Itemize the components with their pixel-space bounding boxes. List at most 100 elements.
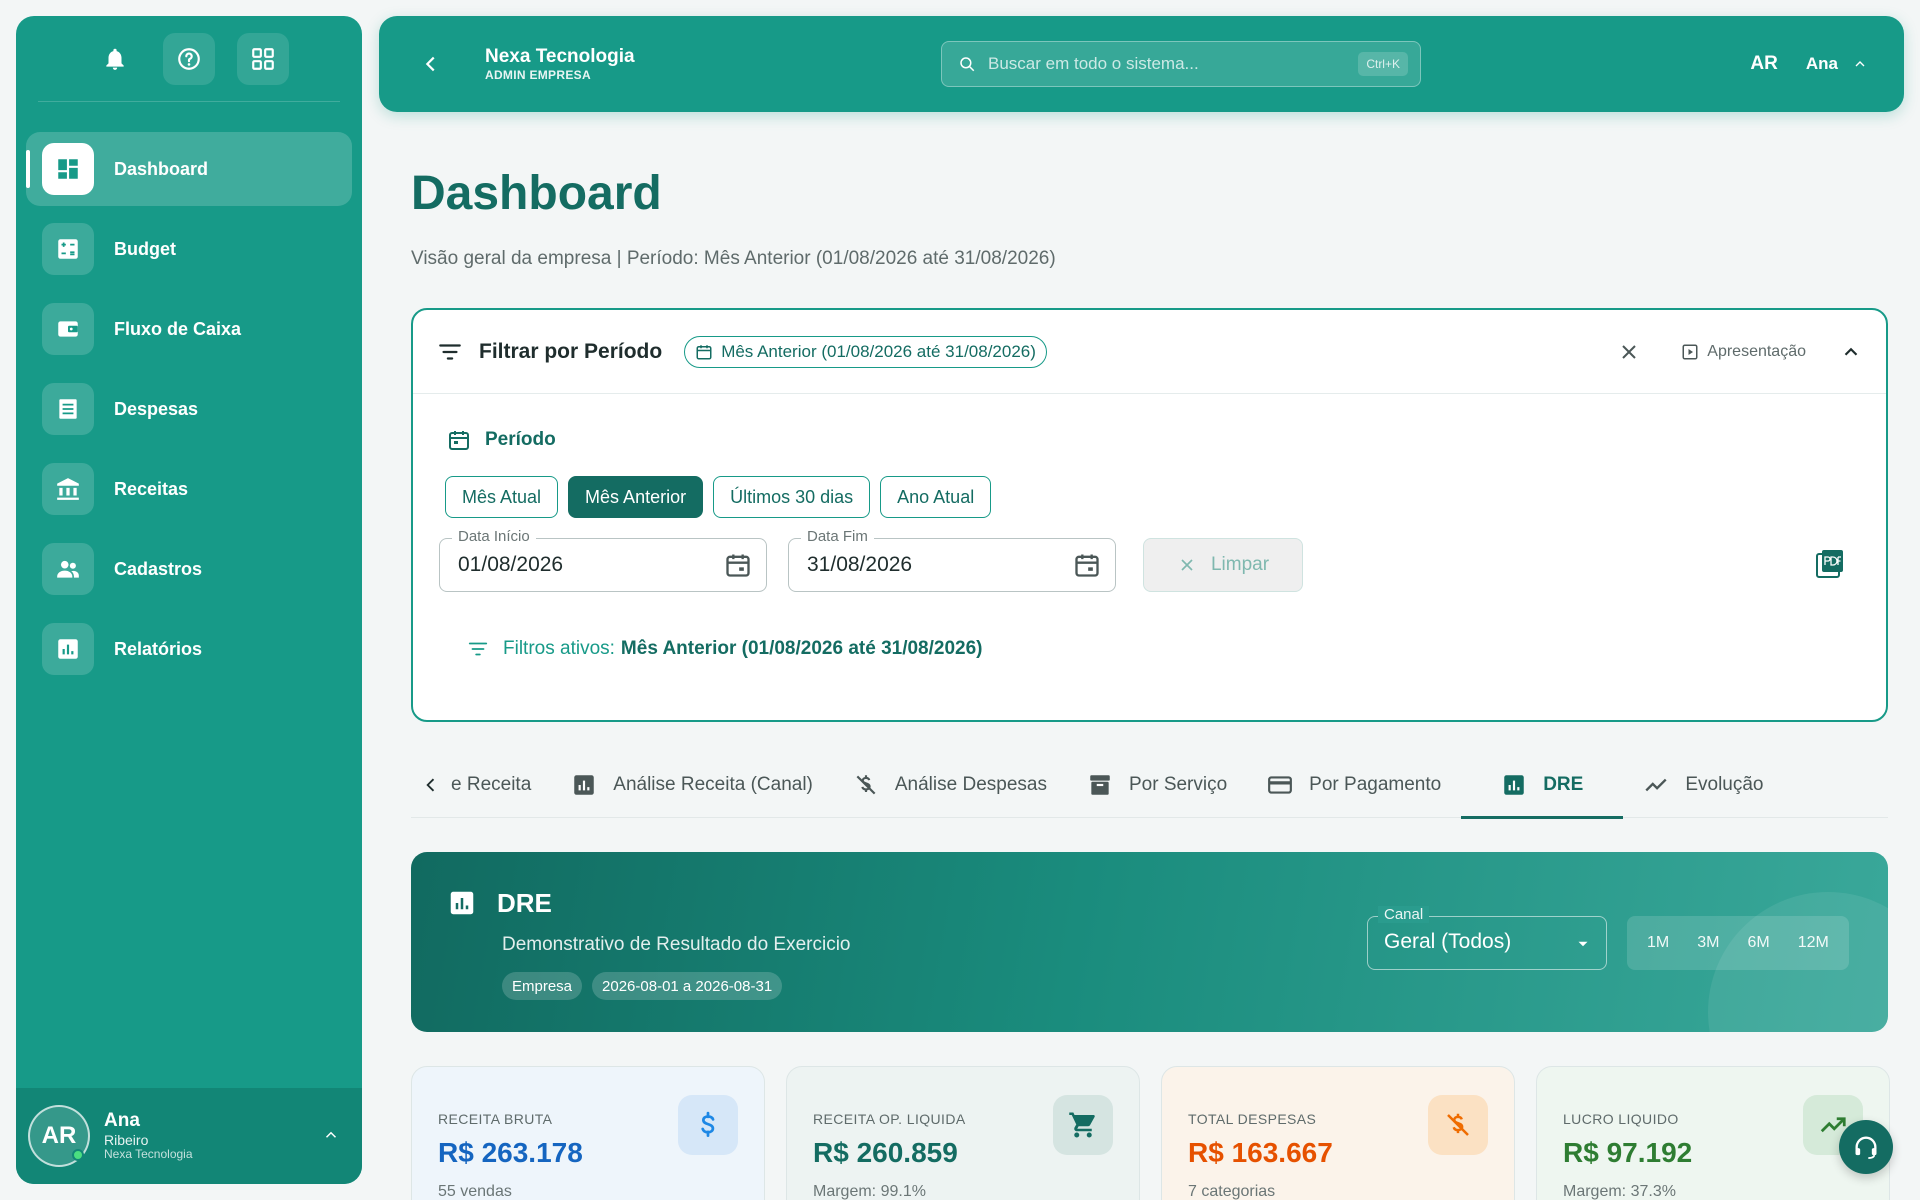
bar-chart-icon	[574, 774, 595, 795]
receipt-icon	[42, 383, 94, 435]
sidebar-item-label: Budget	[114, 238, 176, 259]
tab-dre[interactable]: DRE	[1461, 752, 1624, 819]
range-button-6m[interactable]: 6M	[1733, 934, 1783, 952]
archive-icon	[1090, 774, 1110, 795]
kpi-label: RECEITA BRUTA	[438, 1111, 553, 1127]
chevron-up-icon	[1855, 61, 1865, 67]
kpi-card-lucro-liquido: LUCRO LIQUIDO R$ 97.192 Margem: 37.3%	[1536, 1066, 1890, 1200]
company-brand: Nexa Tecnologia ADMIN EMPRESA	[485, 46, 635, 82]
global-search[interactable]: Ctrl+K	[941, 41, 1421, 87]
trend-icon	[1645, 778, 1667, 791]
filter-header[interactable]: Filtrar por Período Mês Anterior (01/08/…	[413, 310, 1886, 394]
tab-label: e Receita	[451, 773, 532, 795]
tab-label: Análise Receita (Canal)	[613, 773, 813, 795]
apps-button[interactable]	[237, 32, 289, 85]
tab-analise-receita-canal[interactable]: Análise Receita (Canal)	[551, 752, 833, 818]
start-date-label: Data Início	[452, 528, 536, 545]
sidebar-item-cadastros[interactable]: Cadastros	[26, 532, 352, 606]
period-button-mes-atual[interactable]: Mês Atual	[445, 476, 559, 518]
chevron-up-icon	[325, 1131, 337, 1138]
sidebar-item-relatorios[interactable]: Relatórios	[26, 612, 352, 686]
presentation-label: Apresentação	[1707, 343, 1806, 360]
pdf-export-icon[interactable]	[1814, 548, 1846, 580]
bell-icon	[106, 48, 124, 70]
calendar-icon	[696, 344, 712, 359]
dre-subtitle: Demonstrativo de Resultado do Exercicio	[502, 934, 851, 955]
range-button-12m[interactable]: 12M	[1784, 934, 1843, 952]
chevron-left-icon	[426, 778, 435, 791]
caret-down-icon	[1578, 941, 1588, 947]
bar-chart-icon	[42, 623, 94, 675]
chevron-up-icon[interactable]	[1840, 341, 1862, 363]
search-input[interactable]	[988, 54, 1328, 74]
sidebar-item-budget[interactable]: Budget	[26, 212, 352, 286]
user-menu[interactable]: AR Ana	[1750, 16, 1868, 112]
close-icon[interactable]	[1617, 340, 1641, 364]
calendar-icon	[449, 431, 469, 450]
sidebar-item-label: Dashboard	[114, 158, 209, 179]
tab-receita[interactable]: e Receita	[451, 752, 551, 818]
headset-icon	[1855, 1136, 1877, 1160]
back-button[interactable]	[405, 38, 457, 90]
presentation-button[interactable]: Apresentação	[1681, 343, 1806, 361]
filter-icon	[468, 642, 488, 656]
user-company: Nexa Tecnologia	[104, 1147, 193, 1162]
tab-analise-despesas[interactable]: Análise Despesas	[833, 752, 1067, 818]
range-button-3m[interactable]: 3M	[1683, 934, 1733, 952]
money-off-icon	[856, 774, 876, 794]
calculator-icon	[42, 223, 94, 275]
clear-button[interactable]: Limpar	[1143, 538, 1303, 592]
user-first-name: Ana	[104, 1110, 140, 1132]
kpi-subtext: Margem: 99.1%	[813, 1183, 926, 1200]
calendar-icon[interactable]	[724, 551, 752, 579]
user-info: Ana Ribeiro Nexa Tecnologia	[104, 1110, 193, 1162]
grid-icon	[252, 47, 274, 70]
notifications-button[interactable]	[89, 33, 141, 85]
tab-evolucao[interactable]: Evolução	[1623, 752, 1783, 818]
sidebar-item-despesas[interactable]: Despesas	[26, 372, 352, 446]
support-chat-button[interactable]	[1839, 1120, 1893, 1174]
user-name: Ana	[1805, 54, 1838, 73]
tab-por-pagamento[interactable]: Por Pagamento	[1247, 752, 1461, 818]
end-date-field[interactable]: Data Fim 31/08/2026	[788, 528, 1116, 592]
filter-actions: Apresentação	[1617, 310, 1862, 394]
sidebar-item-dashboard[interactable]: Dashboard	[26, 132, 352, 206]
sidebar-item-label: Receitas	[114, 478, 189, 499]
sidebar-item-receitas[interactable]: Receitas	[26, 452, 352, 526]
date-range-badge: 2026-08-01 a 2026-08-31	[592, 972, 783, 1000]
sidebar-user-menu[interactable]: AR Ana Ribeiro Nexa Tecnologia	[16, 1088, 362, 1184]
active-filters-summary: Filtros ativos: Mês Anterior (01/08/2026…	[467, 638, 983, 660]
filter-icon	[439, 343, 461, 360]
kpi-subtext: Margem: 37.3%	[1563, 1183, 1676, 1200]
tab-label: Por Pagamento	[1309, 773, 1442, 795]
range-button-1m[interactable]: 1M	[1633, 934, 1683, 952]
search-shortcut-hint: Ctrl+K	[1358, 52, 1408, 76]
active-period-chip-label: Mês Anterior (01/08/2026 até 31/08/2026)	[721, 341, 1036, 361]
channel-select[interactable]: Canal Geral (Todos)	[1367, 906, 1607, 970]
active-filters-value: Mês Anterior (01/08/2026 até 31/08/2026)	[620, 638, 983, 659]
channel-select-label: Canal	[1378, 906, 1430, 923]
tab-por-servico[interactable]: Por Serviço	[1067, 752, 1247, 818]
kpi-value: R$ 260.859	[813, 1137, 958, 1168]
period-section-label: Período	[447, 428, 556, 452]
end-date-label: Data Fim	[801, 528, 874, 545]
period-button-ano-atual[interactable]: Ano Atual	[880, 476, 992, 518]
kpi-card-receita-bruta: RECEITA BRUTA R$ 263.178 55 vendas	[411, 1066, 765, 1200]
quick-period-buttons: Mês Atual Mês Anterior Últimos 30 dias A…	[445, 476, 992, 518]
period-button-mes-anterior[interactable]: Mês Anterior	[568, 476, 704, 518]
dollar-icon	[678, 1095, 738, 1155]
scope-badge: Empresa	[502, 972, 583, 1000]
wallet-icon	[42, 303, 94, 355]
help-button[interactable]	[163, 32, 215, 85]
user-last-name: Ribeiro	[104, 1131, 149, 1148]
period-button-ultimos-30-dias[interactable]: Últimos 30 dias	[713, 476, 871, 518]
user-initials: AR	[1750, 53, 1778, 74]
dre-header-banner: DRE Demonstrativo de Resultado do Exerci…	[411, 852, 1888, 1032]
tab-label: Por Serviço	[1128, 773, 1228, 795]
calendar-icon[interactable]	[1073, 551, 1101, 579]
sidebar-toolbar	[38, 16, 340, 102]
tabs-scroll-left-button[interactable]	[411, 755, 451, 815]
dre-title: DRE	[497, 888, 552, 918]
sidebar-item-fluxo-de-caixa[interactable]: Fluxo de Caixa	[26, 292, 352, 366]
start-date-field[interactable]: Data Início 01/08/2026	[439, 528, 767, 592]
